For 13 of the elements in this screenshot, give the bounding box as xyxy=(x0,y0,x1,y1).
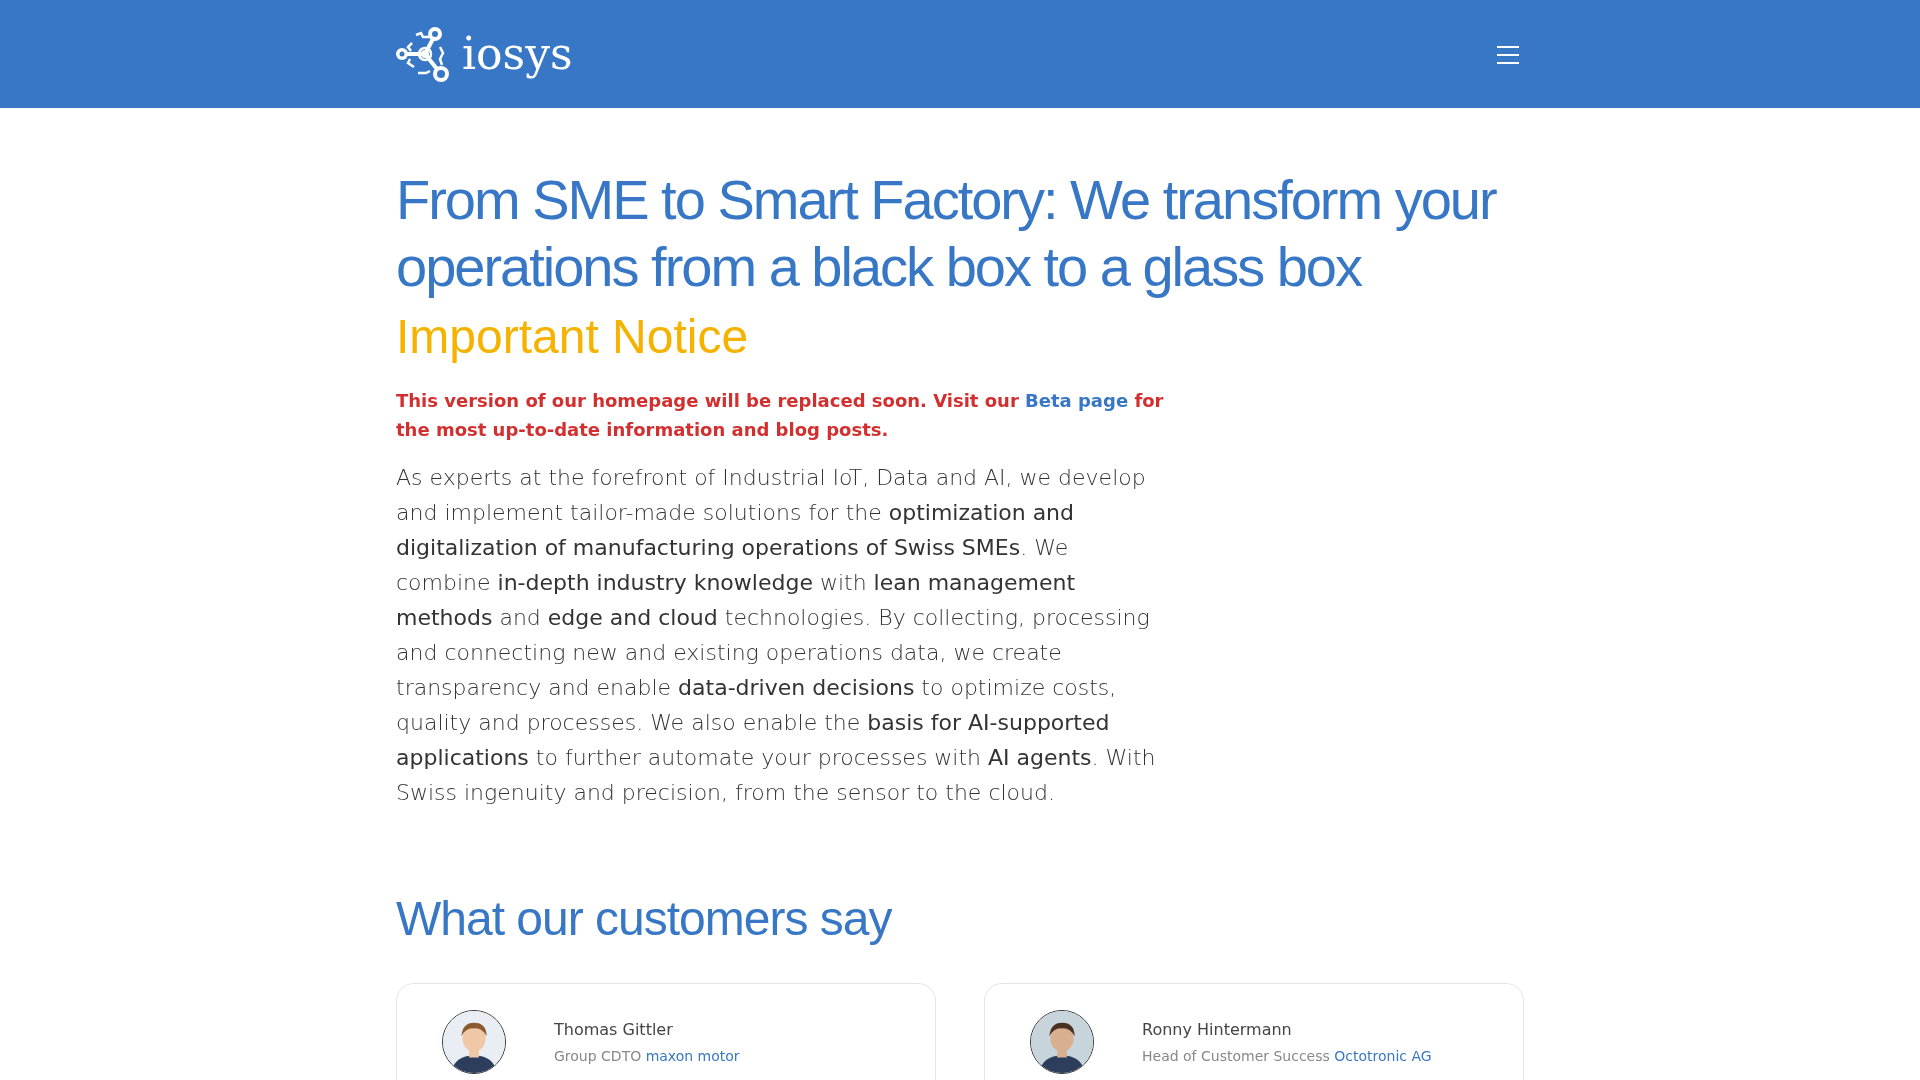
notice-text: This version of our homepage will be replaced soon. Visit our Beta page for the most up-to-date information and blog posts. xyxy=(396,388,1165,442)
brand-logo[interactable]: iosys xyxy=(396,25,573,83)
person-name: Thomas Gittler xyxy=(554,1019,674,1042)
person-role: Head of Customer Success Octotronic AG xyxy=(1142,1047,1432,1067)
company-link[interactable]: Octotronic AG xyxy=(1334,1048,1432,1065)
notice-heading: Important Notice xyxy=(396,309,750,365)
person-role: Group CDTO maxon motor xyxy=(554,1047,740,1067)
section-heading: What our customers say xyxy=(396,890,893,947)
page-title: From SME to Smart Factory: We transform your operations from a black box to a glass box xyxy=(396,167,1498,300)
intro-paragraph: As experts at the forefront of Industrial IoT, Data and AI, we develop and implement tailor-made solutions for the optimization and digitalization of manufacturing operations of Swiss SMEs. We combine in-depth industry knowledge with lean management methods and edge and cloud technologies. By collecting, processing and connecting new and existing operations data, we create transparency and enable data-driven decisions to optimize costs, quality and processes. We also enable the basis for AI-supported applications to further automate your processes with AI agents. With Swiss ingenuity and precision, from the sensor to the cloud. xyxy=(396,463,1157,807)
person-name: Ronny Hintermann xyxy=(1142,1019,1293,1042)
beta-link[interactable]: Beta page xyxy=(1025,389,1129,411)
company-link[interactable]: maxon motor xyxy=(645,1048,740,1065)
